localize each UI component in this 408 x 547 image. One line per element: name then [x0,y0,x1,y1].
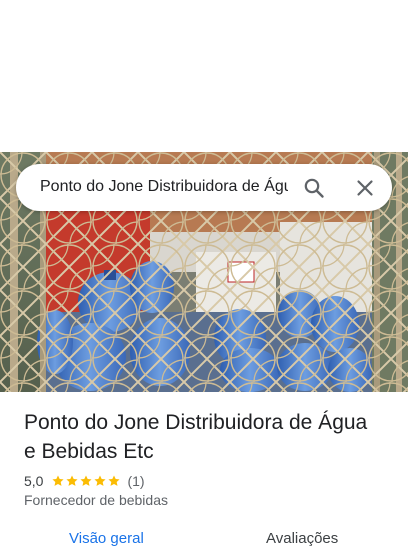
tab-reviews[interactable]: Avaliações [266,530,338,547]
place-title: Ponto do Jone Distribuidora de Água e Be… [24,411,368,463]
rating-stars [51,474,121,488]
tab-overview[interactable]: Visão geral [69,530,144,547]
rating-row[interactable]: 5,0 (1) [24,472,145,490]
rating-value: 5,0 [24,473,44,489]
review-count[interactable]: (1) [127,473,144,489]
close-icon[interactable] [353,176,377,200]
star-icon [66,475,79,486]
star-icon [108,475,121,486]
place-category[interactable]: Fornecedor de bebidas [24,492,168,508]
search-icon[interactable] [302,176,326,200]
search-input[interactable]: Ponto do Jone Distribuidora de Água [40,177,288,197]
star-icon [80,475,93,486]
star-icon [52,475,65,486]
star-icon [94,475,107,486]
search-bar[interactable]: Ponto do Jone Distribuidora de Água [16,164,392,211]
